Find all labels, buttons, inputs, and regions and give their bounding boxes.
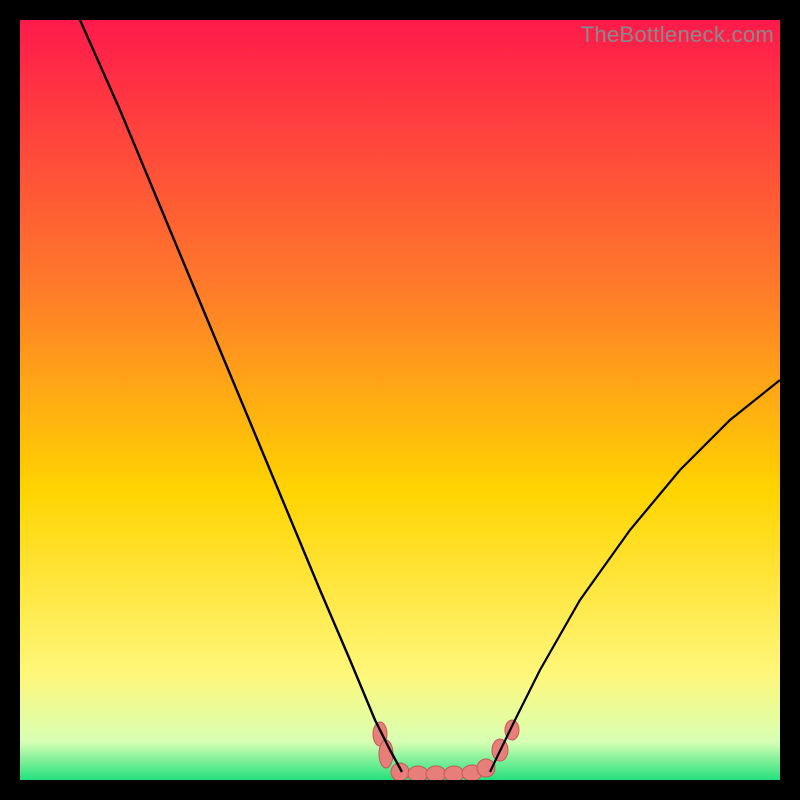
watermark-text: TheBottleneck.com [581, 22, 774, 48]
floor-blob [408, 766, 428, 780]
floor-blob [444, 766, 464, 780]
floor-blob [426, 766, 446, 780]
chart-frame: TheBottleneck.com [20, 20, 780, 780]
floor-blob [391, 763, 409, 780]
chart-svg [20, 20, 780, 780]
gradient-bg [20, 20, 780, 780]
